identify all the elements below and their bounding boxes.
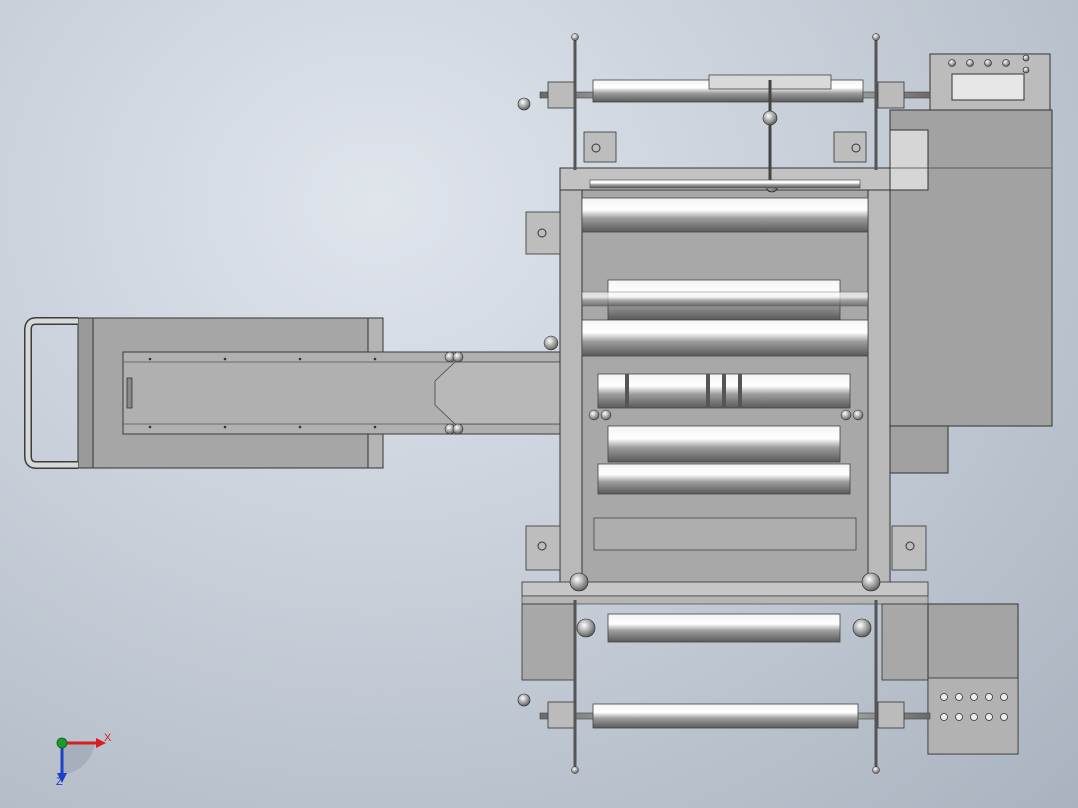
- main-frame-right-wall: [867, 167, 891, 599]
- control-panel-button[interactable]: [984, 59, 992, 67]
- main-frame-left-wall: [559, 167, 583, 599]
- bottom-left-post-cap: [571, 766, 579, 774]
- bottom-shaft-hand-knob[interactable]: [517, 693, 531, 707]
- lower-roller-end: [852, 618, 872, 638]
- feed-table-roller-end: [452, 423, 464, 435]
- feed-table-bolt: [298, 357, 302, 361]
- coordinate-triad: X Y Z: [40, 725, 130, 795]
- feed-table-bolt: [148, 425, 152, 429]
- bracket: [525, 211, 561, 255]
- feed-table-bolt: [223, 357, 227, 361]
- vent-hole: [985, 693, 993, 701]
- lower-box-left: [521, 603, 575, 681]
- triad-shadow: [62, 743, 95, 775]
- push-handle[interactable]: [24, 317, 78, 469]
- control-panel-button[interactable]: [1002, 59, 1010, 67]
- roller-end-cap: [543, 335, 559, 351]
- control-panel-button[interactable]: [1022, 54, 1030, 62]
- drive-housing-lower: [889, 425, 949, 474]
- feed-table-guide-plate: [434, 361, 561, 425]
- top-right-post-cap: [872, 33, 880, 41]
- drive-housing[interactable]: [889, 109, 1053, 474]
- control-panel[interactable]: [929, 53, 1051, 111]
- roller-end-cap: [840, 409, 852, 421]
- bracket: [833, 131, 867, 163]
- slitter-blade: [625, 374, 629, 408]
- guide-roller-thin: [589, 179, 861, 189]
- roller: [581, 197, 869, 233]
- slitter-blade: [706, 374, 710, 408]
- lower-crossbar: [521, 595, 929, 605]
- vent-hole: [955, 693, 963, 701]
- vent-hole: [970, 713, 978, 721]
- bracket: [891, 525, 927, 571]
- roller: [597, 463, 851, 495]
- y-axis-dot: [56, 737, 68, 749]
- vent-hole: [955, 713, 963, 721]
- roller-end-cap: [600, 409, 612, 421]
- feed-table-bolt: [223, 425, 227, 429]
- roller: [581, 319, 869, 357]
- control-panel-button[interactable]: [1022, 66, 1030, 74]
- vent-hole: [1000, 713, 1008, 721]
- machine-model-top-view[interactable]: [0, 0, 1078, 808]
- feed-table-bolt: [148, 357, 152, 361]
- lower-wheel: [861, 572, 881, 592]
- top-shaft-right-bearing: [877, 81, 905, 109]
- bottom-right-post-cap: [872, 766, 880, 774]
- feed-table[interactable]: [77, 317, 561, 469]
- triad-axes: [56, 737, 106, 783]
- feed-table-left-rail: [77, 317, 94, 469]
- top-shaft-hand-knob[interactable]: [517, 97, 531, 111]
- vent-hole: [985, 713, 993, 721]
- slitter-blade: [722, 374, 726, 408]
- feed-table-bolt: [373, 357, 377, 361]
- roller-end-cap: [852, 409, 864, 421]
- feed-table-bolt: [373, 425, 377, 429]
- lower-roller-end: [576, 618, 596, 638]
- slitter-blade: [738, 374, 742, 408]
- vent-hole: [940, 713, 948, 721]
- control-panel-button[interactable]: [966, 59, 974, 67]
- lower-box-right: [881, 603, 931, 681]
- roller-bed: [593, 517, 857, 551]
- bottom-motor-box[interactable]: [927, 603, 1019, 755]
- z-axis-label: Z: [56, 776, 63, 788]
- bottom-shaft-right-bearing: [877, 701, 905, 729]
- vent-hole: [970, 693, 978, 701]
- drive-housing-block: [889, 129, 929, 191]
- roller: [607, 425, 841, 463]
- lower-roller: [607, 613, 841, 643]
- feed-table-slot: [126, 377, 133, 409]
- feed-table-bolt: [298, 425, 302, 429]
- tension-arm-weight: [762, 110, 778, 126]
- feed-table-roller-end: [452, 351, 464, 363]
- top-left-post-cap: [571, 33, 579, 41]
- control-panel-display[interactable]: [951, 73, 1025, 101]
- top-shaft-left-bearing: [547, 81, 575, 109]
- bracket: [525, 525, 561, 571]
- roller-shaft: [581, 291, 869, 307]
- bottom-shaft-left-bearing: [547, 701, 575, 729]
- cad-viewport[interactable]: X Y Z: [0, 0, 1078, 808]
- roller-end-cap: [588, 409, 600, 421]
- lower-frame[interactable]: [521, 572, 931, 681]
- vent-hole: [940, 693, 948, 701]
- push-handle-bar: [24, 317, 78, 469]
- push-handle-bar-highlight: [25, 318, 78, 468]
- x-axis-label: X: [104, 732, 112, 744]
- bottom-shaft-roll: [592, 703, 859, 729]
- control-panel-button[interactable]: [948, 59, 956, 67]
- lower-wheel: [569, 572, 589, 592]
- vent-hole: [1000, 693, 1008, 701]
